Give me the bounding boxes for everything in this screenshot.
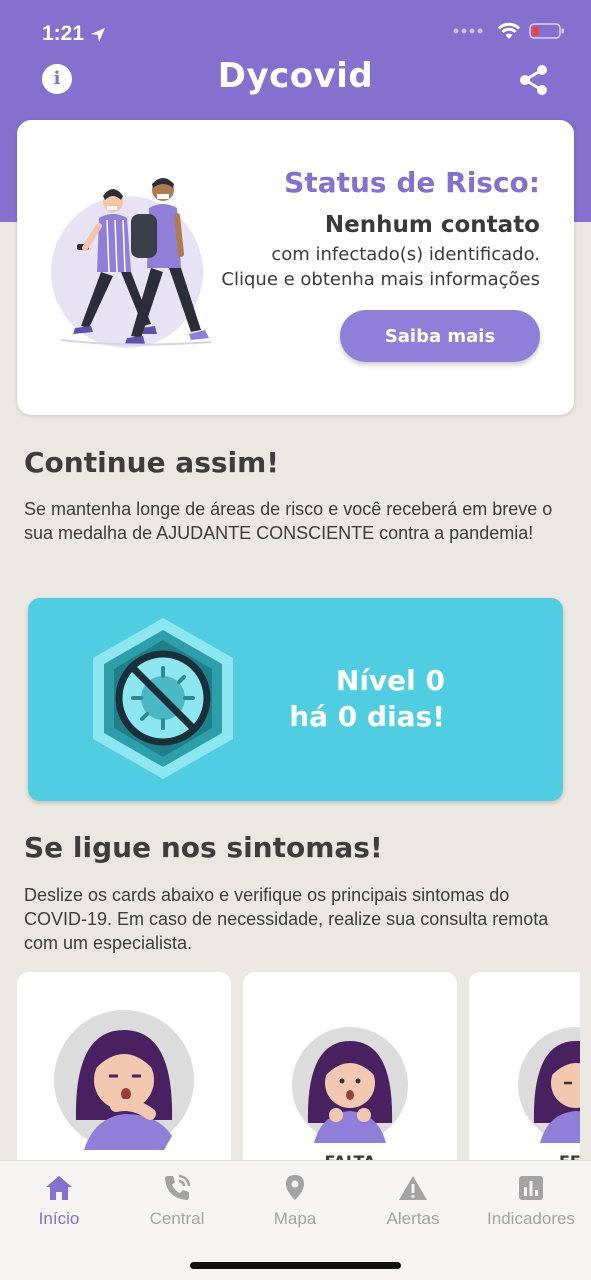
continue-title: Continue assim!: [24, 446, 280, 479]
short-breath-woman-illustration: [292, 1027, 408, 1143]
symptoms-title: Se ligue nos sintomas!: [24, 831, 383, 864]
tab-label: Central: [149, 1209, 205, 1228]
tab-inicio[interactable]: Início: [0, 1173, 118, 1229]
symptom-card-cough[interactable]: [17, 972, 231, 1172]
tab-alertas[interactable]: Alertas: [354, 1173, 472, 1229]
symptom-card-short-breath[interactable]: FALTA: [243, 972, 457, 1172]
tab-label: Início: [38, 1209, 80, 1228]
tab-mapa[interactable]: Mapa: [236, 1173, 354, 1229]
walking-people-illustration: [51, 178, 212, 348]
map-pin-icon: [286, 1175, 304, 1200]
status-time: 1:21: [42, 22, 85, 45]
level-value: Nível 0: [335, 664, 445, 697]
saiba-mais-button[interactable]: Saiba mais: [340, 310, 540, 362]
tab-label: Indicadores: [487, 1209, 575, 1228]
battery-icon: [529, 23, 564, 39]
tab-central[interactable]: Central: [118, 1173, 236, 1229]
home-icon: [46, 1176, 72, 1200]
risk-status-line-2: Clique e obtenha mais informações: [221, 269, 540, 290]
status-bar: 1:21: [0, 0, 591, 64]
home-indicator: [190, 1262, 401, 1269]
tab-label: Mapa: [273, 1209, 317, 1228]
level-days: há 0 dias!: [289, 700, 445, 733]
tab-label: Alertas: [386, 1209, 440, 1228]
bar-chart-icon: [519, 1176, 543, 1200]
level-card[interactable]: Nível 0 há 0 dias!: [28, 598, 563, 801]
virus-badge-icon: [93, 618, 233, 779]
risk-status-title: Status de Risco:: [284, 166, 540, 199]
phone-icon: [165, 1174, 191, 1200]
risk-status-line-1: com infectado(s) identificado.: [271, 244, 540, 265]
coughing-woman-illustration: [54, 1010, 194, 1150]
app-title: Dycovid: [217, 56, 374, 96]
tab-indicadores[interactable]: Indicadores: [472, 1173, 590, 1229]
symptom-card-fever[interactable]: FEB: [469, 972, 580, 1172]
continue-text: Se mantenha longe de áreas de risco e vo…: [24, 499, 553, 543]
symptoms-text: Deslize os cards abaixo e verifique os p…: [24, 885, 549, 953]
risk-status-headline: Nenhum contato: [324, 212, 540, 238]
symptom-cards-carousel[interactable]: FALTA FEB: [0, 972, 580, 1172]
fever-woman-illustration: [518, 1027, 580, 1143]
wifi-icon: [497, 22, 521, 39]
share-icon[interactable]: [518, 64, 550, 96]
risk-status-card[interactable]: Status de Risco: Nenhum contato com infe…: [17, 120, 574, 415]
alert-icon: [399, 1176, 427, 1200]
signal-dots-icon: [453, 28, 483, 34]
status-indicators: [453, 22, 565, 40]
location-arrow-icon: [91, 28, 105, 42]
